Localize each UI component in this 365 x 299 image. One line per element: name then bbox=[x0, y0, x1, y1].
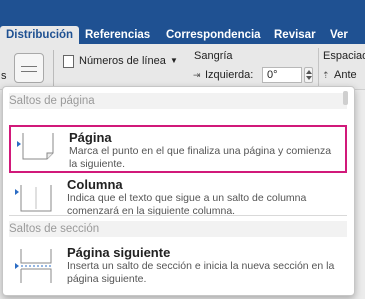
menu-item-desc: Inserta un salto de sección e inicia la … bbox=[67, 260, 335, 285]
menu-item-title: Página siguiente bbox=[67, 245, 171, 260]
indent-left-label: Izquierda: bbox=[205, 69, 254, 81]
line-numbers-button[interactable]: Números de línea bbox=[79, 55, 166, 67]
indent-label: Sangría bbox=[194, 50, 233, 62]
section-breaks-header: Saltos de sección bbox=[9, 221, 347, 237]
page-break-icon bbox=[17, 133, 54, 160]
next-page-section-icon bbox=[15, 249, 52, 283]
ribbon-divider bbox=[53, 50, 54, 86]
indent-left-input[interactable]: 0° bbox=[262, 67, 302, 83]
indent-left-icon: ⇥ bbox=[193, 70, 201, 80]
ribbon-divider-2 bbox=[318, 48, 319, 86]
menu-item-page-break[interactable]: Página Marca el punto en el que finaliza… bbox=[9, 125, 347, 173]
line-numbers-icon bbox=[63, 55, 74, 68]
menu-item-column-break[interactable]: Columna Indica que el texto que sigue a … bbox=[9, 177, 347, 223]
tab-referencias[interactable]: Referencias bbox=[85, 26, 150, 44]
menu-item-title: Columna bbox=[67, 177, 123, 192]
breaks-button[interactable] bbox=[14, 53, 44, 83]
tab-correspondencia[interactable]: Correspondencia bbox=[166, 26, 261, 44]
indent-left-stepper[interactable] bbox=[304, 67, 313, 83]
tab-distribucion[interactable]: Distribución bbox=[0, 26, 80, 44]
chevron-down-icon[interactable]: ▼ bbox=[170, 56, 178, 65]
truncated-label: s bbox=[1, 70, 7, 82]
spacing-before-icon: ⇡ bbox=[322, 70, 330, 80]
page-breaks-header: Saltos de página bbox=[9, 93, 347, 109]
column-break-icon bbox=[15, 185, 52, 212]
spacing-label: Espaciad bbox=[323, 50, 365, 62]
menu-item-title: Página bbox=[69, 130, 112, 145]
spacing-before-label: Ante bbox=[334, 69, 357, 81]
breaks-dropdown-menu: Saltos de página Página Marca el punto e… bbox=[2, 86, 355, 296]
ribbon-toolbar: s Números de línea ▼ Sangría ⇥ Izquierda… bbox=[0, 44, 365, 90]
tab-revisar[interactable]: Revisar bbox=[274, 26, 316, 44]
menu-separator bbox=[9, 215, 347, 216]
menu-item-desc: Marca el punto en el que finaliza una pá… bbox=[69, 145, 332, 170]
ribbon-tab-bar: Distribución Referencias Correspondencia… bbox=[0, 0, 365, 44]
scroll-indicator bbox=[343, 91, 348, 105]
menu-item-next-page[interactable]: Página siguiente Inserta un salto de sec… bbox=[9, 245, 347, 291]
tab-ver[interactable]: Ver bbox=[330, 26, 348, 44]
